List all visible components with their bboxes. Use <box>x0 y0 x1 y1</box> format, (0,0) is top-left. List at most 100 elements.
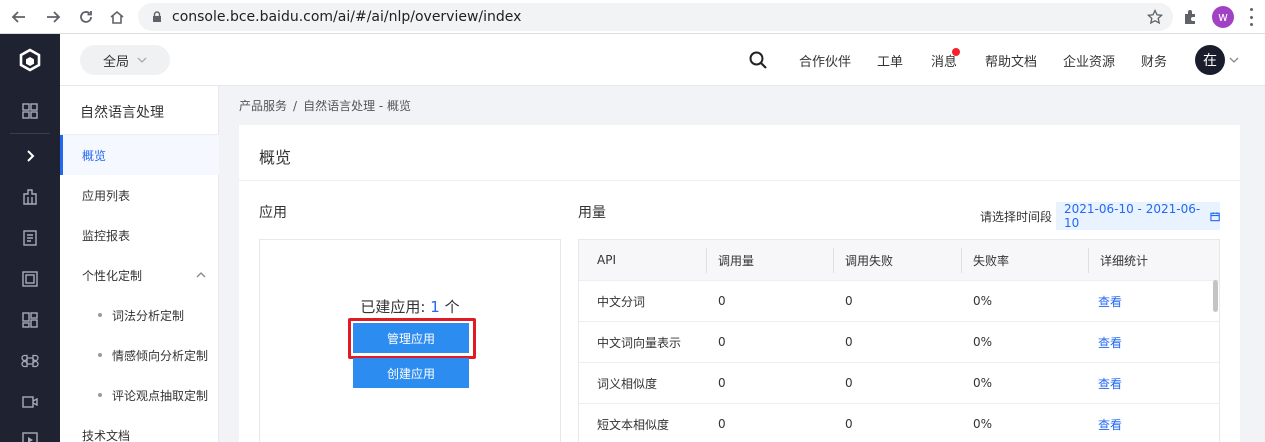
bullet-icon <box>98 393 102 397</box>
app-count-prefix: 已建应用: <box>360 298 431 316</box>
chevron-down-icon[interactable] <box>1229 55 1239 65</box>
app-summary-box: 已建应用: 1 个 管理应用 创建应用 <box>259 239 561 442</box>
sidebar-item-label: 评论观点抽取定制 <box>112 388 209 403</box>
fail-rate-cell: 0% <box>973 417 993 431</box>
expand-chevron-icon[interactable] <box>0 136 60 176</box>
view-details-link[interactable]: 查看 <box>1098 293 1122 310</box>
panel-icon[interactable] <box>0 259 60 299</box>
bookmark-star-icon[interactable] <box>1147 9 1163 25</box>
column-divider <box>1088 248 1089 273</box>
sidebar-group-customization[interactable]: 个性化定制 <box>60 255 219 295</box>
back-icon[interactable] <box>8 6 30 28</box>
notification-dot <box>952 48 960 56</box>
search-icon[interactable] <box>748 50 768 70</box>
view-details-link[interactable]: 查看 <box>1098 334 1122 351</box>
column-header-failures: 调用失败 <box>845 253 894 268</box>
chevron-up-icon <box>196 272 206 278</box>
rail-divider <box>10 133 50 134</box>
console-header: 全局 合作伙伴 工单 消息 帮助文档 企业资源 财务 在 <box>60 34 1265 86</box>
browser-toolbar: console.bce.baidu.com/ai/#/ai/nlp/overvi… <box>0 0 1265 34</box>
table-row: 中文词向量表示 0 0 0% 查看 <box>579 322 1219 363</box>
column-header-details: 详细统计 <box>1100 253 1149 268</box>
sidebar-item-lexical-custom[interactable]: 词法分析定制 <box>60 295 219 335</box>
failures-cell: 0 <box>845 376 853 390</box>
column-divider <box>833 248 834 273</box>
lock-icon <box>153 11 161 22</box>
date-range-picker[interactable]: 2021-06-10 - 2021-06-10 <box>1056 202 1220 230</box>
browser-menu-icon[interactable] <box>1248 8 1254 26</box>
app-count-number: 1 <box>430 298 440 316</box>
api-name-cell: 中文分词 <box>597 294 646 309</box>
forward-icon[interactable] <box>42 6 64 28</box>
sidebar-item-monitoring[interactable]: 监控报表 <box>60 215 219 255</box>
nav-enterprise[interactable]: 企业资源 <box>1063 51 1115 70</box>
extensions-icon[interactable] <box>1182 8 1199 25</box>
bullet-icon <box>98 313 102 317</box>
video-icon[interactable] <box>0 382 60 422</box>
date-range-value: 2021-06-10 - 2021-06-10 <box>1064 202 1201 230</box>
nav-finance[interactable]: 财务 <box>1141 51 1167 70</box>
sidebar-item-opinion-custom[interactable]: 评论观点抽取定制 <box>60 375 219 415</box>
create-app-button[interactable]: 创建应用 <box>353 358 469 388</box>
calendar-icon <box>1210 211 1220 221</box>
url-text: console.bce.baidu.com/ai/#/ai/nlp/overvi… <box>172 9 522 25</box>
date-range-label: 请选择时间段 <box>980 210 1053 224</box>
profile-avatar[interactable]: w <box>1212 6 1234 28</box>
sidebar-title: 自然语言处理 <box>80 105 164 121</box>
view-details-link[interactable]: 查看 <box>1098 416 1122 433</box>
scope-selector[interactable]: 全局 <box>80 45 170 75</box>
app-section-label: 应用 <box>259 205 287 221</box>
calls-cell: 0 <box>718 294 726 308</box>
fail-rate-cell: 0% <box>973 376 993 390</box>
calls-cell: 0 <box>718 376 726 390</box>
table-row: 词义相似度 0 0 0% 查看 <box>579 363 1219 404</box>
nav-partners[interactable]: 合作伙伴 <box>799 51 851 70</box>
sidebar-item-app-list[interactable]: 应用列表 <box>60 175 219 215</box>
sidebar-item-sentiment-custom[interactable]: 情感倾向分析定制 <box>60 335 219 375</box>
breadcrumb-products[interactable]: 产品服务 <box>239 99 287 113</box>
failures-cell: 0 <box>845 294 853 308</box>
sidebar-item-overview[interactable]: 概览 <box>60 135 219 175</box>
command-icon[interactable] <box>0 341 60 381</box>
sidebar-item-label: 个性化定制 <box>82 268 143 283</box>
api-name-cell: 短文本相似度 <box>597 417 670 432</box>
sidebar-item-label: 概览 <box>82 148 107 163</box>
usage-table: API 调用量 调用失败 失败率 详细统计 中文分词 0 0 0% 查看 中文词… <box>578 239 1220 442</box>
sidebar-item-label: 技术文档 <box>82 428 131 442</box>
nav-tickets[interactable]: 工单 <box>877 51 903 70</box>
dashboard-icon[interactable] <box>0 91 60 131</box>
scope-label: 全局 <box>102 54 129 70</box>
failures-cell: 0 <box>845 335 853 349</box>
building-icon[interactable] <box>0 177 60 217</box>
api-name-cell: 中文词向量表示 <box>597 335 682 350</box>
sidebar-item-label: 监控报表 <box>82 228 131 243</box>
table-row: 中文分词 0 0 0% 查看 <box>579 281 1219 322</box>
user-avatar[interactable]: 在 <box>1195 45 1225 75</box>
play-icon[interactable] <box>0 420 60 442</box>
table-header-row: API 调用量 调用失败 失败率 详细统计 <box>579 240 1219 281</box>
address-bar[interactable]: console.bce.baidu.com/ai/#/ai/nlp/overvi… <box>138 3 1173 31</box>
view-details-link[interactable]: 查看 <box>1098 375 1122 392</box>
column-divider <box>706 248 707 273</box>
sidebar-item-label: 应用列表 <box>82 188 131 203</box>
document-icon[interactable] <box>0 218 60 258</box>
reload-icon[interactable] <box>75 6 97 28</box>
column-header-calls: 调用量 <box>718 253 755 268</box>
chevron-down-icon <box>137 57 147 63</box>
layout-icon[interactable] <box>0 300 60 340</box>
column-header-api: API <box>597 253 616 267</box>
sidebar-item-tech-docs[interactable]: 技术文档 <box>60 415 219 442</box>
product-rail <box>0 34 60 442</box>
calls-cell: 0 <box>718 417 726 431</box>
card-divider <box>239 180 1240 181</box>
nav-help-docs[interactable]: 帮助文档 <box>985 51 1037 70</box>
fail-rate-cell: 0% <box>973 335 993 349</box>
calls-cell: 0 <box>718 335 726 349</box>
table-scrollbar[interactable] <box>1213 280 1218 312</box>
failures-cell: 0 <box>845 417 853 431</box>
home-icon[interactable] <box>106 6 128 28</box>
breadcrumb-separator: / <box>293 99 298 113</box>
logo-icon[interactable] <box>0 34 60 86</box>
sidebar-item-label: 词法分析定制 <box>112 308 185 323</box>
fail-rate-cell: 0% <box>973 294 993 308</box>
